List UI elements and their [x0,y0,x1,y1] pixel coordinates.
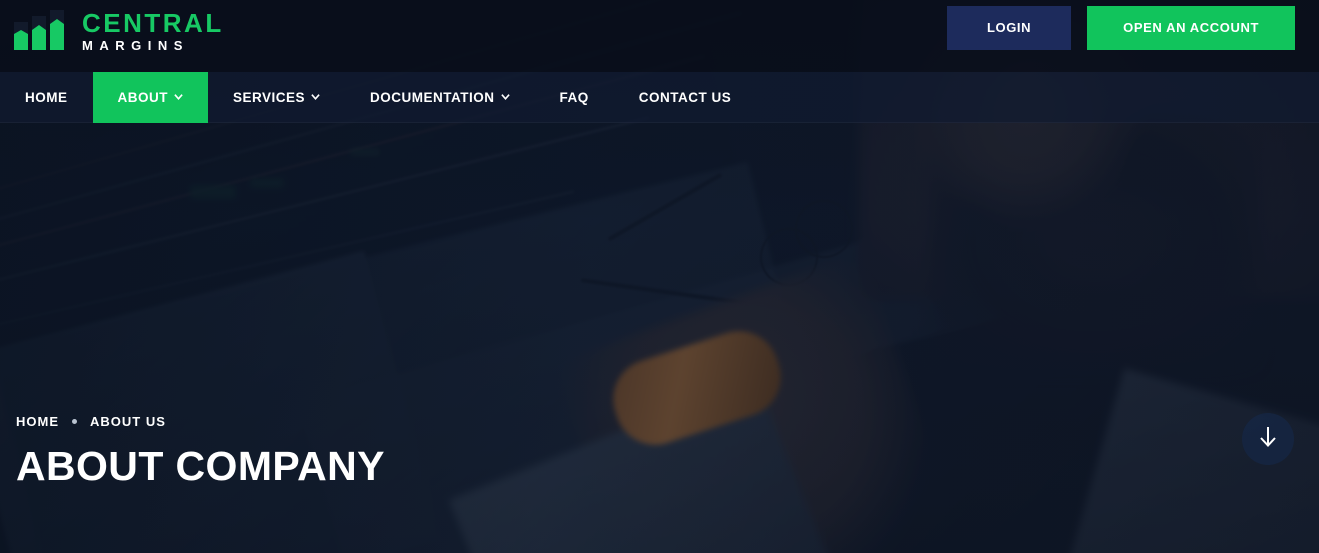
breadcrumb: HOME ABOUT US [16,414,385,429]
hero-content: HOME ABOUT US ABOUT COMPANY [16,414,385,487]
chevron-down-icon [311,92,320,101]
header-actions: LOGIN OPEN AN ACCOUNT [946,6,1295,50]
nav-item-label: SERVICES [233,90,306,105]
nav-item-about[interactable]: ABOUT [92,72,208,123]
chevron-down-icon [174,92,183,101]
scroll-down-button[interactable] [1242,413,1294,465]
breadcrumb-home[interactable]: HOME [16,414,59,429]
chevron-down-icon [500,92,510,101]
breadcrumb-separator-icon [72,419,77,424]
nav-item-services[interactable]: SERVICES [208,72,345,123]
login-button[interactable]: LOGIN [946,6,1072,50]
logo-name-primary: CENTRAL [82,8,224,38]
nav-item-label: ABOUT [117,90,168,105]
main-navigation: HOME ABOUT SERVICES DOCUMENTATION FAQ CONTACT… [0,72,1319,123]
nav-item-faq[interactable]: FAQ [535,72,614,123]
arrow-down-icon [1259,426,1277,453]
bar-chart-logo-icon [12,8,72,54]
logo-name-secondary: MARGINS [82,38,189,53]
nav-item-label: DOCUMENTATION [370,90,495,105]
page-title: ABOUT COMPANY [16,443,385,489]
breadcrumb-current: ABOUT US [90,414,166,429]
nav-item-label: HOME [25,90,68,105]
nav-item-home[interactable]: HOME [0,72,93,123]
open-account-button[interactable]: OPEN AN ACCOUNT [1087,6,1295,50]
site-logo[interactable]: CENTRAL MARGINS [12,8,224,54]
logo-wordmark: CENTRAL MARGINS [82,10,224,52]
nav-item-label: CONTACT US [638,90,732,105]
nav-item-documentation[interactable]: DOCUMENTATION [345,72,535,123]
site-header: CENTRAL MARGINS LOGIN OPEN AN ACCOUNT [0,0,1319,72]
nav-item-contact-us[interactable]: CONTACT US [614,72,757,123]
nav-item-label: FAQ [559,90,589,105]
